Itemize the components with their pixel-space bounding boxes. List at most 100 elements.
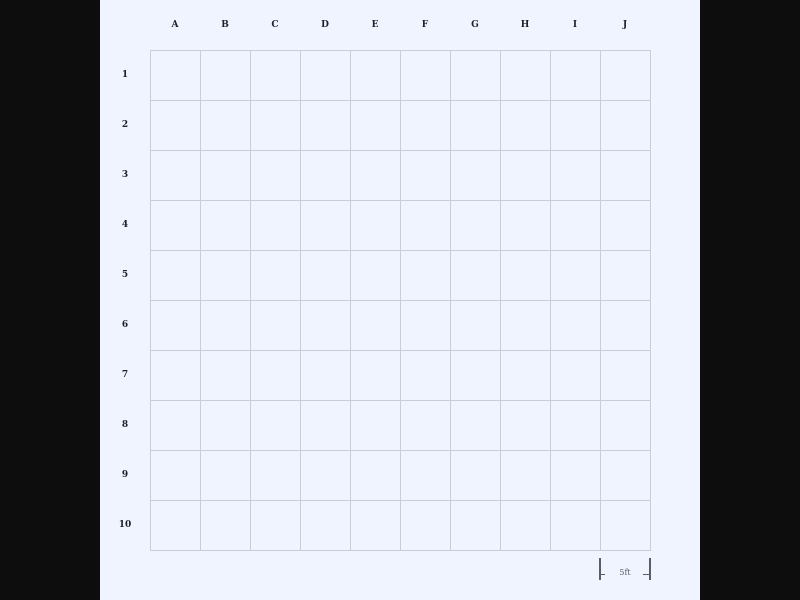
grid-cell-e5[interactable] [350,250,401,301]
grid-cell-i10[interactable] [550,500,601,551]
grid-cell-f2[interactable] [400,100,451,151]
grid-cell-i8[interactable] [550,400,601,451]
grid-cell-a4[interactable] [150,200,201,251]
grid-cell-f10[interactable] [400,500,451,551]
grid-cell-a5[interactable] [150,250,201,301]
grid-cell-j9[interactable] [600,450,651,501]
grid-cell-e9[interactable] [350,450,401,501]
grid-cell-g6[interactable] [450,300,501,351]
grid-cell-b8[interactable] [200,400,251,451]
grid-cell-g1[interactable] [450,50,501,101]
grid-cell-e7[interactable] [350,350,401,401]
grid-cell-a1[interactable] [150,50,201,101]
grid-cell-i1[interactable] [550,50,601,101]
grid-cell-i4[interactable] [550,200,601,251]
grid-cell-a6[interactable] [150,300,201,351]
grid-cell-f7[interactable] [400,350,451,401]
grid-cell-i9[interactable] [550,450,601,501]
grid-cell-a8[interactable] [150,400,201,451]
grid-cell-d3[interactable] [300,150,351,201]
grid-cell-h9[interactable] [500,450,551,501]
grid-cell-d9[interactable] [300,450,351,501]
grid-cell-d5[interactable] [300,250,351,301]
grid-cell-c6[interactable] [250,300,301,351]
grid-cell-c5[interactable] [250,250,301,301]
grid-cell-e6[interactable] [350,300,401,351]
grid-cell-b4[interactable] [200,200,251,251]
grid-cell-g7[interactable] [450,350,501,401]
grid-cell-e2[interactable] [350,100,401,151]
grid-cell-b3[interactable] [200,150,251,201]
grid-cell-b10[interactable] [200,500,251,551]
grid-cell-c3[interactable] [250,150,301,201]
grid-cell-h3[interactable] [500,150,551,201]
grid-cell-d1[interactable] [300,50,351,101]
grid-cell-h4[interactable] [500,200,551,251]
grid-cell-e3[interactable] [350,150,401,201]
grid-cell-j4[interactable] [600,200,651,251]
grid-cell-g5[interactable] [450,250,501,301]
grid-cell-g2[interactable] [450,100,501,151]
grid-cell-g3[interactable] [450,150,501,201]
grid-cell-d7[interactable] [300,350,351,401]
grid-cell-c7[interactable] [250,350,301,401]
grid-cell-f6[interactable] [400,300,451,351]
grid-cell-h7[interactable] [500,350,551,401]
grid-cell-f8[interactable] [400,400,451,451]
grid-cell-d6[interactable] [300,300,351,351]
grid-cell-b6[interactable] [200,300,251,351]
grid-cell-a2[interactable] [150,100,201,151]
grid-cell-b2[interactable] [200,100,251,151]
grid-cell-d10[interactable] [300,500,351,551]
grid-cell-h2[interactable] [500,100,551,151]
grid-cell-f9[interactable] [400,450,451,501]
grid-cell-g9[interactable] [450,450,501,501]
grid-cell-j1[interactable] [600,50,651,101]
grid-cell-e10[interactable] [350,500,401,551]
grid-cell-i2[interactable] [550,100,601,151]
grid-cell-a7[interactable] [150,350,201,401]
grid-cell-c9[interactable] [250,450,301,501]
grid-cell-g4[interactable] [450,200,501,251]
grid-cell-d8[interactable] [300,400,351,451]
grid-cell-b7[interactable] [200,350,251,401]
grid-cell-c4[interactable] [250,200,301,251]
grid-cell-a9[interactable] [150,450,201,501]
grid-cell-i3[interactable] [550,150,601,201]
grid-cell-d2[interactable] [300,100,351,151]
grid-cell-c1[interactable] [250,50,301,101]
grid-cell-b5[interactable] [200,250,251,301]
grid-cell-b9[interactable] [200,450,251,501]
grid-cell-g10[interactable] [450,500,501,551]
grid-cell-h8[interactable] [500,400,551,451]
grid-cell-j7[interactable] [600,350,651,401]
grid-cell-d4[interactable] [300,200,351,251]
grid-cell-a3[interactable] [150,150,201,201]
grid-cell-h1[interactable] [500,50,551,101]
grid-cell-e8[interactable] [350,400,401,451]
grid-cell-j6[interactable] [600,300,651,351]
grid-cell-e4[interactable] [350,200,401,251]
grid-cell-f4[interactable] [400,200,451,251]
grid-cell-i7[interactable] [550,350,601,401]
grid-cell-a10[interactable] [150,500,201,551]
grid-cell-h5[interactable] [500,250,551,301]
grid-cell-j3[interactable] [600,150,651,201]
grid-cell-h6[interactable] [500,300,551,351]
grid-cell-j8[interactable] [600,400,651,451]
grid-cell-j2[interactable] [600,100,651,151]
grid-cell-f5[interactable] [400,250,451,301]
grid-cell-j5[interactable] [600,250,651,301]
grid-cell-c10[interactable] [250,500,301,551]
grid-cell-i5[interactable] [550,250,601,301]
grid-cell-e1[interactable] [350,50,401,101]
grid-cell-j10[interactable] [600,500,651,551]
grid-cell-f1[interactable] [400,50,451,101]
grid-cell-c8[interactable] [250,400,301,451]
grid-cell-i6[interactable] [550,300,601,351]
grid-cell-g8[interactable] [450,400,501,451]
grid-cell-h10[interactable] [500,500,551,551]
grid-cell-f3[interactable] [400,150,451,201]
grid-cell-c2[interactable] [250,100,301,151]
grid-cell-b1[interactable] [200,50,251,101]
